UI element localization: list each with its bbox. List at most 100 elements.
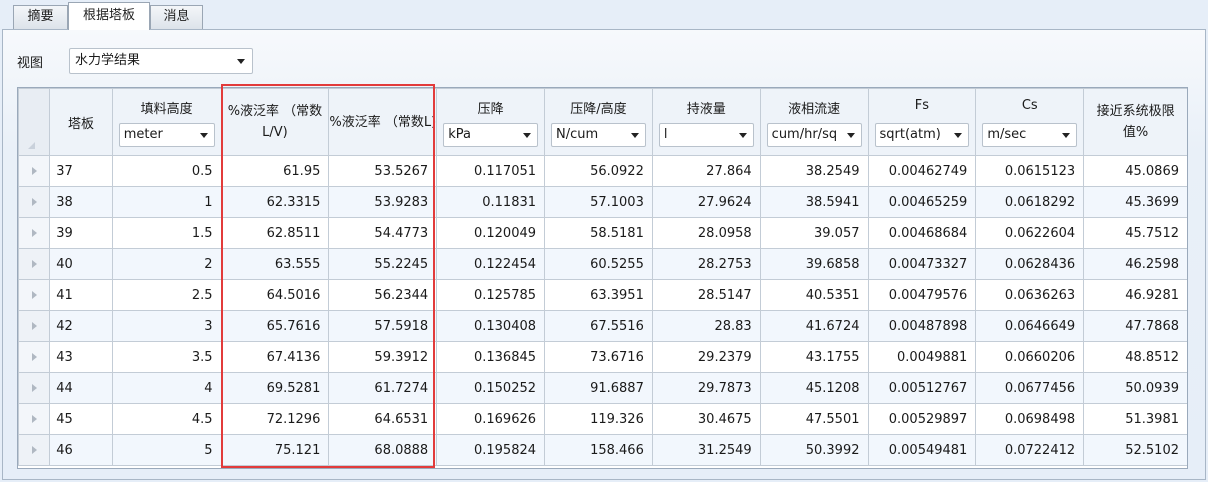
table-cell[interactable]: 63.3951 [544, 279, 653, 311]
table-cell[interactable]: 48.8512 [1083, 341, 1187, 373]
row-header[interactable] [18, 155, 51, 187]
table-cell[interactable]: 45 [49, 403, 113, 435]
row-header[interactable] [18, 279, 51, 311]
col-header-packing-height[interactable]: 填料高度 meter [111, 88, 222, 156]
table-cell[interactable]: 60.5255 [544, 248, 653, 280]
col-header-liquid-velocity[interactable]: 液相流速 cum/hr/sq [759, 88, 869, 156]
table-cell[interactable]: 51.3981 [1083, 403, 1187, 435]
table-cell[interactable]: 0.00465259 [867, 186, 977, 218]
row-header[interactable] [18, 186, 51, 218]
table-cell[interactable]: 45.3699 [1083, 186, 1187, 218]
table-cell[interactable]: 39.6858 [759, 248, 869, 280]
table-cell[interactable]: 40 [49, 248, 113, 280]
table-cell[interactable]: 0.136845 [436, 341, 546, 373]
table-cell[interactable]: 4 [111, 372, 222, 404]
table-cell[interactable]: 0.0698498 [975, 403, 1085, 435]
unit-select-pressure-drop-per-height[interactable]: N/cum [551, 123, 646, 147]
table-cell[interactable]: 75.121 [220, 434, 330, 466]
table-cell[interactable]: 0.00468684 [867, 217, 977, 249]
col-header-tray[interactable]: 塔板 [49, 88, 113, 156]
table-cell[interactable]: 0.5 [111, 155, 222, 187]
table-cell[interactable]: 0.0636263 [975, 279, 1085, 311]
table-cell[interactable]: 91.6887 [544, 372, 653, 404]
row-header[interactable] [18, 341, 51, 373]
unit-select-liquid-velocity[interactable]: cum/hr/sq [766, 123, 862, 147]
table-cell[interactable]: 69.5281 [220, 372, 330, 404]
table-cell[interactable]: 3 [111, 310, 222, 342]
table-cell[interactable]: 0.0618292 [975, 186, 1085, 218]
row-header[interactable] [18, 217, 51, 249]
table-cell[interactable]: 65.7616 [220, 310, 330, 342]
row-header[interactable] [18, 403, 51, 435]
table-cell[interactable]: 39.057 [759, 217, 869, 249]
table-cell[interactable]: 0.122454 [436, 248, 546, 280]
table-row[interactable]: 39 1.5 62.8511 54.4773 0.120049 58.5181 28.095… [18, 217, 1187, 249]
table-cell[interactable]: 37 [49, 155, 113, 187]
table-cell[interactable]: 67.5516 [544, 310, 653, 342]
table-cell[interactable]: 2 [111, 248, 222, 280]
table-cell[interactable]: 0.0722412 [975, 434, 1085, 466]
table-cell[interactable]: 30.4675 [651, 403, 761, 435]
table-cell[interactable]: 27.864 [651, 155, 761, 187]
table-cell[interactable]: 52.5102 [1083, 434, 1187, 466]
table-cell[interactable]: 47.7868 [1083, 310, 1187, 342]
table-cell[interactable]: 43 [49, 341, 113, 373]
table-cell[interactable]: 62.8511 [220, 217, 330, 249]
table-row[interactable]: 43 3.5 67.4136 59.3912 0.136845 73.6716 29.237… [18, 341, 1187, 373]
unit-select-fs[interactable]: sqrt(atm) [874, 123, 970, 147]
table-cell[interactable]: 44 [49, 372, 113, 404]
table-cell[interactable]: 68.0888 [328, 434, 438, 466]
table-row[interactable]: 37 0.5 61.95 53.5267 0.117051 56.0922 27.864 38… [18, 155, 1187, 187]
table-row[interactable]: 45 4.5 72.1296 64.6531 0.169626 119.326 30.467… [18, 403, 1187, 435]
table-cell[interactable]: 72.1296 [220, 403, 330, 435]
unit-select-pressure-drop[interactable]: kPa [443, 123, 539, 147]
table-cell[interactable]: 50.3992 [759, 434, 869, 466]
table-cell[interactable]: 53.5267 [328, 155, 438, 187]
tab-messages[interactable]: 消息 [150, 5, 203, 29]
table-cell[interactable]: 29.7873 [651, 372, 761, 404]
table-cell[interactable]: 27.9624 [651, 186, 761, 218]
table-cell[interactable]: 43.1755 [759, 341, 869, 373]
table-cell[interactable]: 4.5 [111, 403, 222, 435]
table-cell[interactable]: 42 [49, 310, 113, 342]
table-cell[interactable]: 28.5147 [651, 279, 761, 311]
table-cell[interactable]: 57.1003 [544, 186, 653, 218]
table-cell[interactable]: 45.7512 [1083, 217, 1187, 249]
table-cell[interactable]: 40.5351 [759, 279, 869, 311]
table-cell[interactable]: 50.0939 [1083, 372, 1187, 404]
table-cell[interactable]: 119.326 [544, 403, 653, 435]
table-cell[interactable]: 0.00549481 [867, 434, 977, 466]
row-header[interactable] [18, 248, 51, 280]
table-cell[interactable]: 2.5 [111, 279, 222, 311]
col-header-pressure-drop-per-height[interactable]: 压降/高度 N/cum [544, 88, 653, 156]
table-cell[interactable]: 0.00479576 [867, 279, 977, 311]
table-cell[interactable]: 0.130408 [436, 310, 546, 342]
table-cell[interactable]: 38.2549 [759, 155, 869, 187]
view-select[interactable]: 水力学结果 [69, 48, 253, 74]
tab-summary[interactable]: 摘要 [13, 5, 68, 29]
col-header-flood-const-l[interactable]: %液泛率 （常数L) [328, 88, 438, 156]
table-cell[interactable]: 63.555 [220, 248, 330, 280]
table-cell[interactable]: 0.117051 [436, 155, 546, 187]
table-cell[interactable]: 0.00462749 [867, 155, 977, 187]
table-cell[interactable]: 61.7274 [328, 372, 438, 404]
table-row[interactable]: 44 4 69.5281 61.7274 0.150252 91.6887 29.7873 4… [18, 372, 1187, 404]
table-row[interactable]: 42 3 65.7616 57.5918 0.130408 67.5516 28.83 41.… [18, 310, 1187, 342]
row-header[interactable] [18, 310, 51, 342]
table-cell[interactable]: 41 [49, 279, 113, 311]
table-cell[interactable]: 53.9283 [328, 186, 438, 218]
table-cell[interactable]: 67.4136 [220, 341, 330, 373]
col-header-approach-limit[interactable]: 接近系统极限值% [1083, 88, 1187, 156]
table-cell[interactable]: 59.3912 [328, 341, 438, 373]
row-header[interactable] [18, 372, 51, 404]
table-cell[interactable]: 46.2598 [1083, 248, 1187, 280]
table-cell[interactable]: 54.4773 [328, 217, 438, 249]
table-cell[interactable]: 31.2549 [651, 434, 761, 466]
table-cell[interactable]: 56.0922 [544, 155, 653, 187]
table-cell[interactable]: 28.83 [651, 310, 761, 342]
table-cell[interactable]: 57.5918 [328, 310, 438, 342]
table-cell[interactable]: 45.0869 [1083, 155, 1187, 187]
table-cell[interactable]: 0.120049 [436, 217, 546, 249]
table-cell[interactable]: 28.0958 [651, 217, 761, 249]
table-row[interactable]: 40 2 63.555 55.2245 0.122454 60.5255 28.2753 39… [18, 248, 1187, 280]
